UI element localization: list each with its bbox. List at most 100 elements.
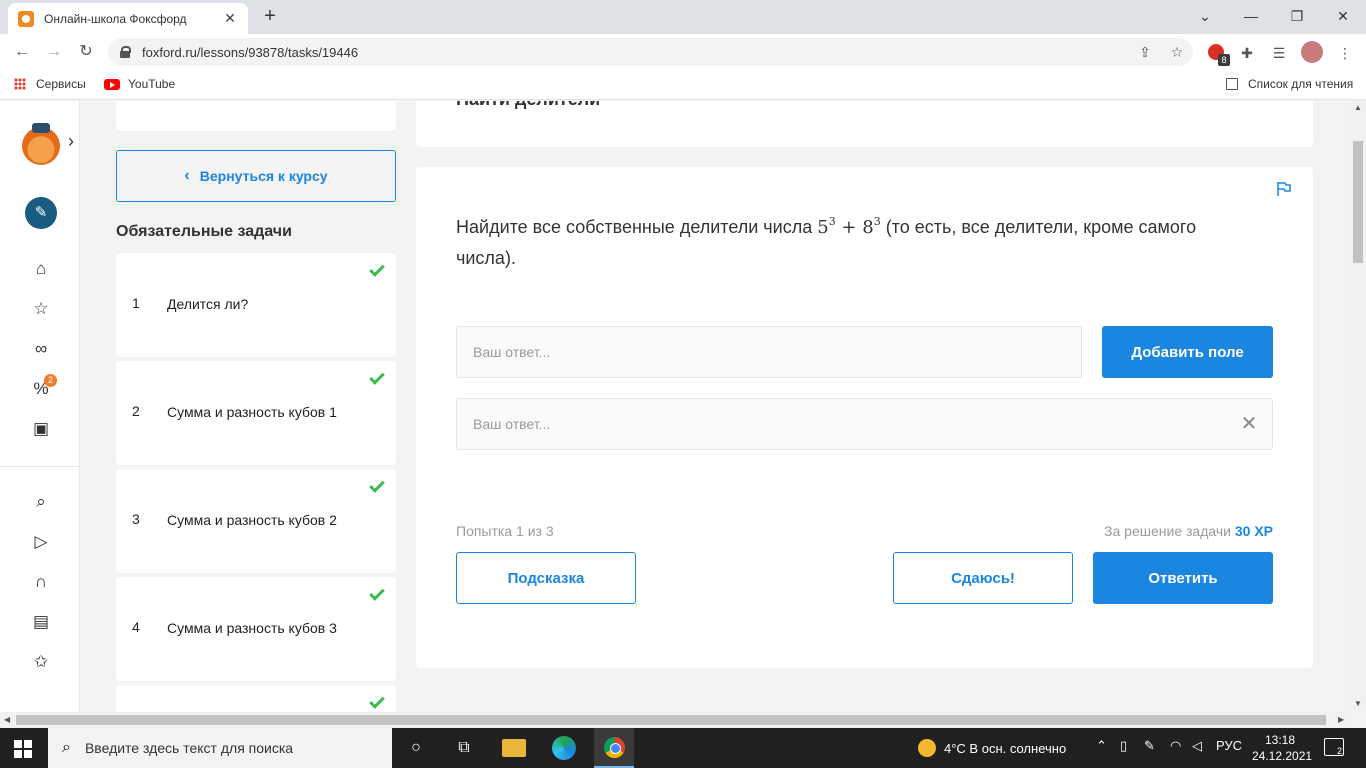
weather-text: 4°C В осн. солнечно: [944, 740, 1067, 756]
new-tab-icon[interactable]: +: [258, 5, 282, 28]
reward-xp: 30 XP: [1234, 523, 1273, 539]
star-outline-icon[interactable]: ✩: [28, 649, 54, 675]
bookmark-youtube[interactable]: YouTube: [104, 77, 175, 91]
play-icon[interactable]: ▷: [28, 529, 54, 555]
give-up-button[interactable]: Сдаюсь!: [893, 552, 1073, 604]
task-item-4[interactable]: 4 Сумма и разность кубов 3: [116, 577, 396, 681]
attempts-counter: Попытка 1 из 3: [456, 523, 554, 539]
file-explorer-icon[interactable]: [502, 739, 526, 757]
horizontal-scrollbar[interactable]: ◀ ▶: [0, 712, 1350, 728]
profile-avatar[interactable]: [1301, 41, 1323, 63]
lesson-header-card: Найти делители: [416, 101, 1313, 147]
course-progress-card: [116, 101, 396, 131]
reading-list-label: Список для чтения: [1248, 77, 1354, 91]
chrome-menu-icon[interactable]: ⋮: [1334, 42, 1356, 64]
browser-tab-bar: Онлайн-школа Фоксфорд ✕ + ⌄ — ❐ ✕: [0, 0, 1366, 34]
scroll-down-arrow-icon[interactable]: ▼: [1354, 699, 1362, 708]
remove-field-close-icon[interactable]: ✕: [1238, 413, 1260, 435]
answer-input-1[interactable]: [456, 326, 1082, 378]
vertical-scrollbar[interactable]: ▲ ▼: [1350, 101, 1366, 712]
tray-chevron-up-icon[interactable]: ⌃: [1096, 738, 1107, 754]
vertical-scroll-thumb[interactable]: [1353, 141, 1363, 263]
discount-badge: 2: [44, 374, 57, 387]
media-queue-icon[interactable]: ☰: [1268, 42, 1290, 64]
task-name: Сумма и разность кубов 2: [167, 512, 337, 528]
scroll-up-arrow-icon[interactable]: ▲: [1354, 103, 1362, 112]
math-exp-a: 3: [828, 215, 836, 228]
rail-divider: [0, 466, 80, 467]
task-item-1[interactable]: 1 Делится ли?: [116, 253, 396, 357]
task-reward: За решение задачи 30 XP: [1104, 523, 1273, 539]
volume-icon[interactable]: ◁: [1192, 738, 1202, 754]
tab-close-icon[interactable]: ✕: [222, 10, 238, 27]
forward-arrow-icon[interactable]: →: [42, 40, 66, 64]
pen-icon[interactable]: ✎: [25, 197, 57, 229]
tray-app-icon[interactable]: ▯: [1120, 738, 1127, 754]
task-card: Найдите все собственные делители числа 5…: [416, 167, 1313, 668]
window-close-icon[interactable]: ✕: [1328, 4, 1358, 28]
task-number: 4: [132, 619, 140, 635]
tab-search-chevron-icon[interactable]: ⌄: [1190, 4, 1220, 28]
task-number: 1: [132, 295, 140, 311]
task-item-3[interactable]: 3 Сумма и разность кубов 2: [116, 469, 396, 573]
task-item-5[interactable]: [116, 685, 396, 712]
taskbar-search[interactable]: ⌕ Введите здесь текст для поиска: [48, 728, 392, 768]
wifi-icon[interactable]: ◠: [1170, 738, 1181, 754]
lock-icon[interactable]: [120, 46, 131, 58]
checkmark-icon: [369, 261, 385, 277]
hint-button[interactable]: Подсказка: [456, 552, 636, 604]
task-name: Сумма и разность кубов 1: [167, 404, 337, 420]
task-number: 3: [132, 511, 140, 527]
bookmark-apps[interactable]: Сервисы: [14, 77, 86, 91]
scroll-right-arrow-icon[interactable]: ▶: [1338, 715, 1344, 724]
presentation-icon[interactable]: ▤: [28, 609, 54, 635]
bookmark-youtube-label: YouTube: [128, 77, 176, 91]
home-icon[interactable]: ⌂: [28, 256, 54, 282]
back-arrow-icon[interactable]: ←: [10, 40, 34, 64]
headphones-icon[interactable]: ∩: [28, 569, 54, 595]
rail-expand-chevron-icon[interactable]: ›: [68, 131, 74, 152]
taskbar-clock[interactable]: 13:18 24.12.2021: [1252, 732, 1312, 764]
extension-badge: 8: [1218, 54, 1230, 66]
notifications-icon[interactable]: 2: [1324, 738, 1344, 756]
address-bar[interactable]: foxford.ru/lessons/93878/tasks/19446 ⇪ ☆: [108, 38, 1193, 66]
checkmark-icon: [369, 369, 385, 385]
lesson-title: Найти делители: [456, 101, 600, 110]
math-base-a: 5: [817, 217, 829, 238]
chrome-icon: [604, 737, 625, 758]
edge-icon[interactable]: [552, 736, 576, 760]
scroll-left-arrow-icon[interactable]: ◀: [4, 715, 10, 724]
math-base-b: 8: [862, 217, 874, 238]
infinity-icon[interactable]: ∞: [28, 336, 54, 362]
windows-start-icon[interactable]: [14, 740, 32, 758]
foxford-logo-icon[interactable]: [22, 123, 60, 165]
input-language[interactable]: РУС: [1216, 738, 1242, 753]
minimize-icon[interactable]: —: [1236, 4, 1266, 28]
restore-icon[interactable]: ❐: [1282, 4, 1312, 28]
report-flag-icon[interactable]: [1276, 181, 1292, 197]
weather-widget[interactable]: 4°C В осн. солнечно: [918, 728, 1066, 768]
back-to-course-button[interactable]: ‹ Вернуться к курсу: [116, 150, 396, 202]
star-icon[interactable]: ☆: [28, 296, 54, 322]
extensions-puzzle-icon[interactable]: ✚: [1236, 42, 1258, 64]
answer-input-2[interactable]: [456, 398, 1273, 450]
search-icon[interactable]: ⌕: [28, 489, 54, 515]
taskbar-search-placeholder: Введите здесь текст для поиска: [84, 740, 294, 756]
gift-icon[interactable]: ▣: [28, 416, 54, 442]
reload-icon[interactable]: ↻: [74, 40, 98, 64]
checkmark-icon: [369, 585, 385, 601]
bookmark-star-icon[interactable]: ☆: [1161, 44, 1193, 61]
cortana-icon[interactable]: ○: [404, 736, 428, 760]
reading-list[interactable]: Список для чтения: [1226, 77, 1353, 91]
taskbar-chrome-button[interactable]: [594, 728, 634, 768]
foxford-favicon-icon: [18, 10, 34, 27]
task-view-icon[interactable]: ⧉: [452, 736, 476, 760]
add-field-button[interactable]: Добавить поле: [1102, 326, 1273, 378]
browser-tab[interactable]: Онлайн-школа Фоксфорд ✕: [8, 3, 248, 34]
share-icon[interactable]: ⇪: [1129, 44, 1161, 61]
task-item-2[interactable]: 2 Сумма и разность кубов 1: [116, 361, 396, 465]
horizontal-scroll-thumb[interactable]: [16, 715, 1326, 725]
apps-grid-icon: [14, 78, 26, 90]
submit-answer-button[interactable]: Ответить: [1093, 552, 1273, 604]
pen-workspace-icon[interactable]: ✎: [1144, 738, 1155, 754]
